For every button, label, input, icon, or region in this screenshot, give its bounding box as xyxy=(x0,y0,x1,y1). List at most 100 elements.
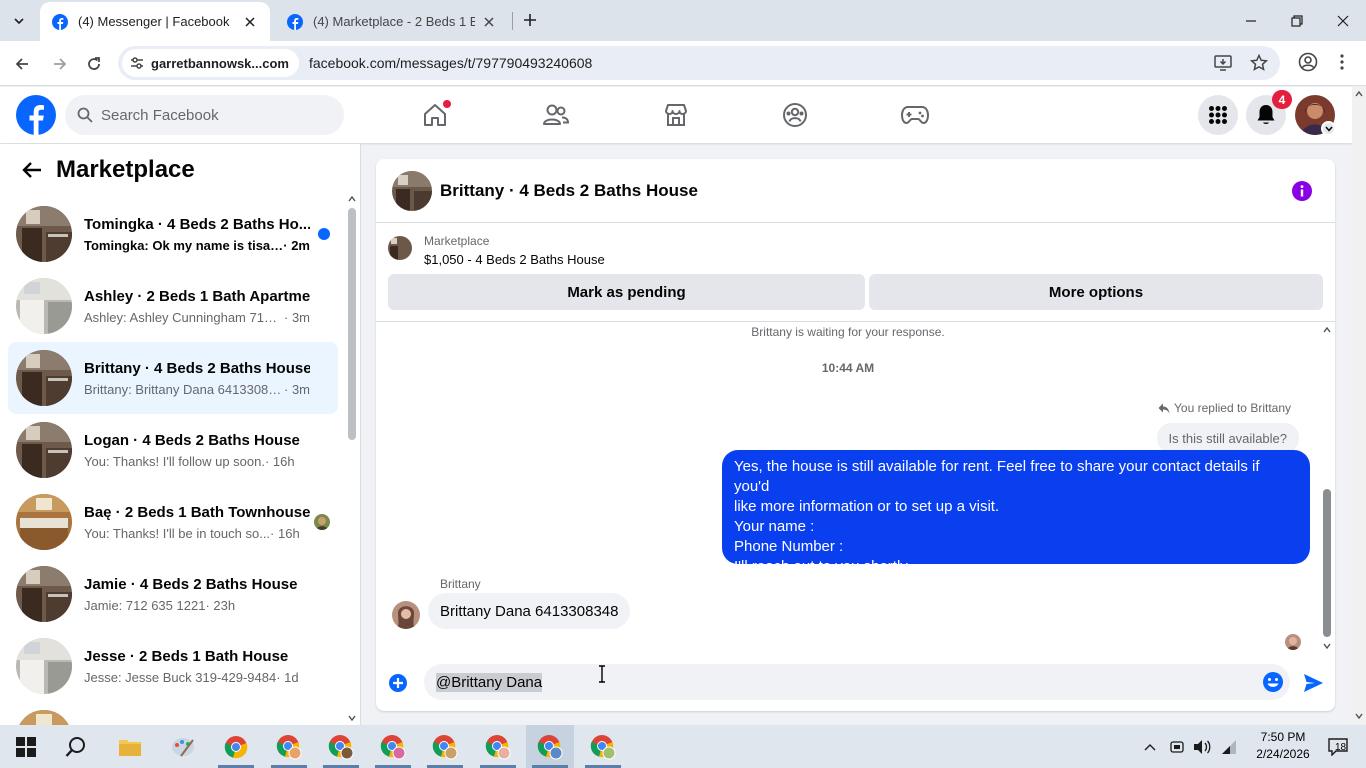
network-button[interactable] xyxy=(1218,725,1240,768)
system-clock[interactable]: 7:50 PM 2/24/2026 xyxy=(1252,729,1314,763)
conversation-item[interactable]: Tomingka · 4 Beds 2 Baths Ho... Tomingka:… xyxy=(8,198,338,270)
site-info-chip[interactable]: garretbannowsk...com xyxy=(122,49,299,77)
conversation-preview: Brittany: Brittany Dana 6413308348 · 3m xyxy=(84,382,310,397)
site-chip-label: garretbannowsk...com xyxy=(151,55,289,71)
install-app-icon[interactable] xyxy=(1212,52,1234,74)
paint-app-button[interactable] xyxy=(159,725,207,768)
menu-button[interactable] xyxy=(1198,95,1238,135)
close-tab-icon[interactable] xyxy=(242,14,258,30)
chrome-profile-taskbar-button[interactable] xyxy=(369,725,417,768)
chat-title[interactable]: Brittany · 4 Beds 2 Baths House xyxy=(440,181,698,201)
chrome-profile-icon xyxy=(537,734,563,759)
conversation-item[interactable]: Brittany · 4 Beds 2 Baths House Brittany:… xyxy=(8,342,338,414)
nav-gaming[interactable] xyxy=(875,95,955,135)
friends-icon xyxy=(543,104,570,125)
back-button[interactable] xyxy=(16,154,48,186)
tab-search-button[interactable] xyxy=(6,8,32,34)
new-tab-button[interactable] xyxy=(518,8,542,32)
conversation-list-scrollbar[interactable] xyxy=(345,196,357,725)
conversation-item[interactable]: Ashley · 2 Beds 1 Bath Apartment Ashley: … xyxy=(8,270,338,342)
close-window-button[interactable] xyxy=(1320,0,1366,41)
address-bar[interactable]: garretbannowsk...com facebook.com/messag… xyxy=(118,46,1280,80)
facebook-search-box[interactable] xyxy=(65,95,344,135)
scroll-down-icon[interactable] xyxy=(1323,643,1331,649)
conversation-item[interactable]: Jesse · 2 Beds 1 Bath House Jesse: Jesse … xyxy=(8,630,338,702)
file-explorer-button[interactable] xyxy=(106,725,154,768)
browser-profile-button[interactable] xyxy=(1296,50,1320,74)
send-icon[interactable] xyxy=(1302,672,1324,694)
scrollbar-thumb[interactable] xyxy=(1323,489,1331,637)
tab-marketplace[interactable]: (4) Marketplace - 2 Beds 1 Bath xyxy=(275,2,509,41)
conversation-item[interactable]: Alvi · 2 Beds 1 Bath House xyxy=(8,702,338,725)
volume-button[interactable] xyxy=(1191,725,1213,768)
show-hidden-icons-button[interactable] xyxy=(1140,725,1160,768)
minimize-button[interactable] xyxy=(1228,0,1274,41)
reply-indicator: You replied to Brittany xyxy=(1158,401,1291,415)
scrollbar-thumb[interactable] xyxy=(348,208,356,440)
incoming-message-bubble[interactable]: Brittany Dana 6413308348 xyxy=(428,593,631,629)
url-text[interactable]: facebook.com/messages/t/797790493240608 xyxy=(309,55,592,71)
listing-title[interactable]: $1,050 - 4 Beds 2 Baths House xyxy=(424,252,605,267)
info-icon[interactable] xyxy=(1292,181,1312,201)
plus-icon xyxy=(524,14,536,26)
scroll-up-icon[interactable] xyxy=(348,196,356,202)
page-scrollbar[interactable] xyxy=(1352,87,1366,725)
sender-avatar[interactable] xyxy=(392,601,420,629)
back-button[interactable] xyxy=(8,50,36,78)
nav-groups[interactable] xyxy=(755,95,835,135)
browser-menu-button[interactable] xyxy=(1334,50,1350,74)
quoted-message[interactable]: Is this still available? xyxy=(1156,423,1299,453)
close-tab-icon[interactable] xyxy=(481,14,497,30)
bookmark-star-icon[interactable] xyxy=(1248,52,1270,74)
reload-button[interactable] xyxy=(80,50,108,78)
listing-thumbnail xyxy=(16,494,72,550)
chrome-profile-taskbar-button[interactable] xyxy=(421,725,469,768)
tab-messenger[interactable]: (4) Messenger | Facebook xyxy=(40,2,270,41)
restore-button[interactable] xyxy=(1274,0,1320,41)
emoji-icon[interactable] xyxy=(1262,671,1284,693)
message-thread-scrollbar[interactable] xyxy=(1320,323,1334,653)
more-options-button[interactable]: More options xyxy=(869,274,1323,310)
mark-as-pending-button[interactable]: Mark as pending xyxy=(388,274,865,310)
windows-taskbar: 7:50 PM 2/24/2026 xyxy=(0,725,1366,768)
preview-time: · 16h xyxy=(264,453,295,469)
chevron-down-icon xyxy=(1324,126,1333,132)
message-line: like more information or to set up a vis… xyxy=(734,498,1000,515)
search-input[interactable] xyxy=(101,106,321,124)
message-input[interactable]: @Brittany Dana xyxy=(424,664,1290,700)
preview-time: · 3m xyxy=(284,309,310,325)
seen-receipt-avatar xyxy=(1285,634,1301,650)
taskbar-search-button[interactable] xyxy=(52,725,100,768)
message-draft-text[interactable]: @Brittany Dana xyxy=(436,672,543,692)
scroll-up-icon[interactable] xyxy=(1355,91,1363,97)
chrome-profile-icon xyxy=(590,734,616,759)
conversation-avatar[interactable] xyxy=(392,170,432,211)
listing-thumbnail[interactable] xyxy=(388,236,412,260)
conversation-item[interactable]: Baę · 2 Beds 1 Bath Townhouse You: Thanks… xyxy=(8,486,338,558)
nav-home[interactable] xyxy=(395,95,475,135)
chrome-profile-taskbar-button[interactable] xyxy=(579,725,627,768)
notification-count-badge: 4 xyxy=(1272,90,1292,109)
gamepad-icon xyxy=(901,106,929,125)
conversation-item[interactable]: Jamie · 4 Beds 2 Baths House Jamie: 712 6… xyxy=(8,558,338,630)
unread-indicator xyxy=(318,228,330,240)
chrome-profile-taskbar-button[interactable] xyxy=(474,725,522,768)
scroll-down-icon[interactable] xyxy=(348,715,356,721)
nav-friends[interactable] xyxy=(516,95,596,135)
nav-marketplace[interactable] xyxy=(636,95,716,135)
start-button[interactable] xyxy=(2,725,50,768)
chrome-taskbar-button[interactable] xyxy=(212,725,260,768)
chrome-profile-taskbar-button-active[interactable] xyxy=(526,725,574,768)
scroll-down-icon[interactable] xyxy=(1355,713,1363,719)
chrome-profile-taskbar-button[interactable] xyxy=(317,725,365,768)
scroll-up-icon[interactable] xyxy=(1323,327,1331,333)
facebook-logo-icon[interactable] xyxy=(16,95,56,135)
forward-button[interactable] xyxy=(46,50,74,78)
conversation-item[interactable]: Logan · 4 Beds 2 Baths House You: Thanks!… xyxy=(8,414,338,486)
account-menu-chevron[interactable] xyxy=(1321,121,1336,136)
outgoing-message-bubble[interactable]: Yes, the house is still available for re… xyxy=(722,450,1310,575)
chevron-down-icon xyxy=(14,18,24,25)
chrome-profile-taskbar-button[interactable] xyxy=(265,725,313,768)
add-attachment-icon[interactable] xyxy=(388,673,408,693)
tray-meet-now[interactable] xyxy=(1166,725,1188,768)
